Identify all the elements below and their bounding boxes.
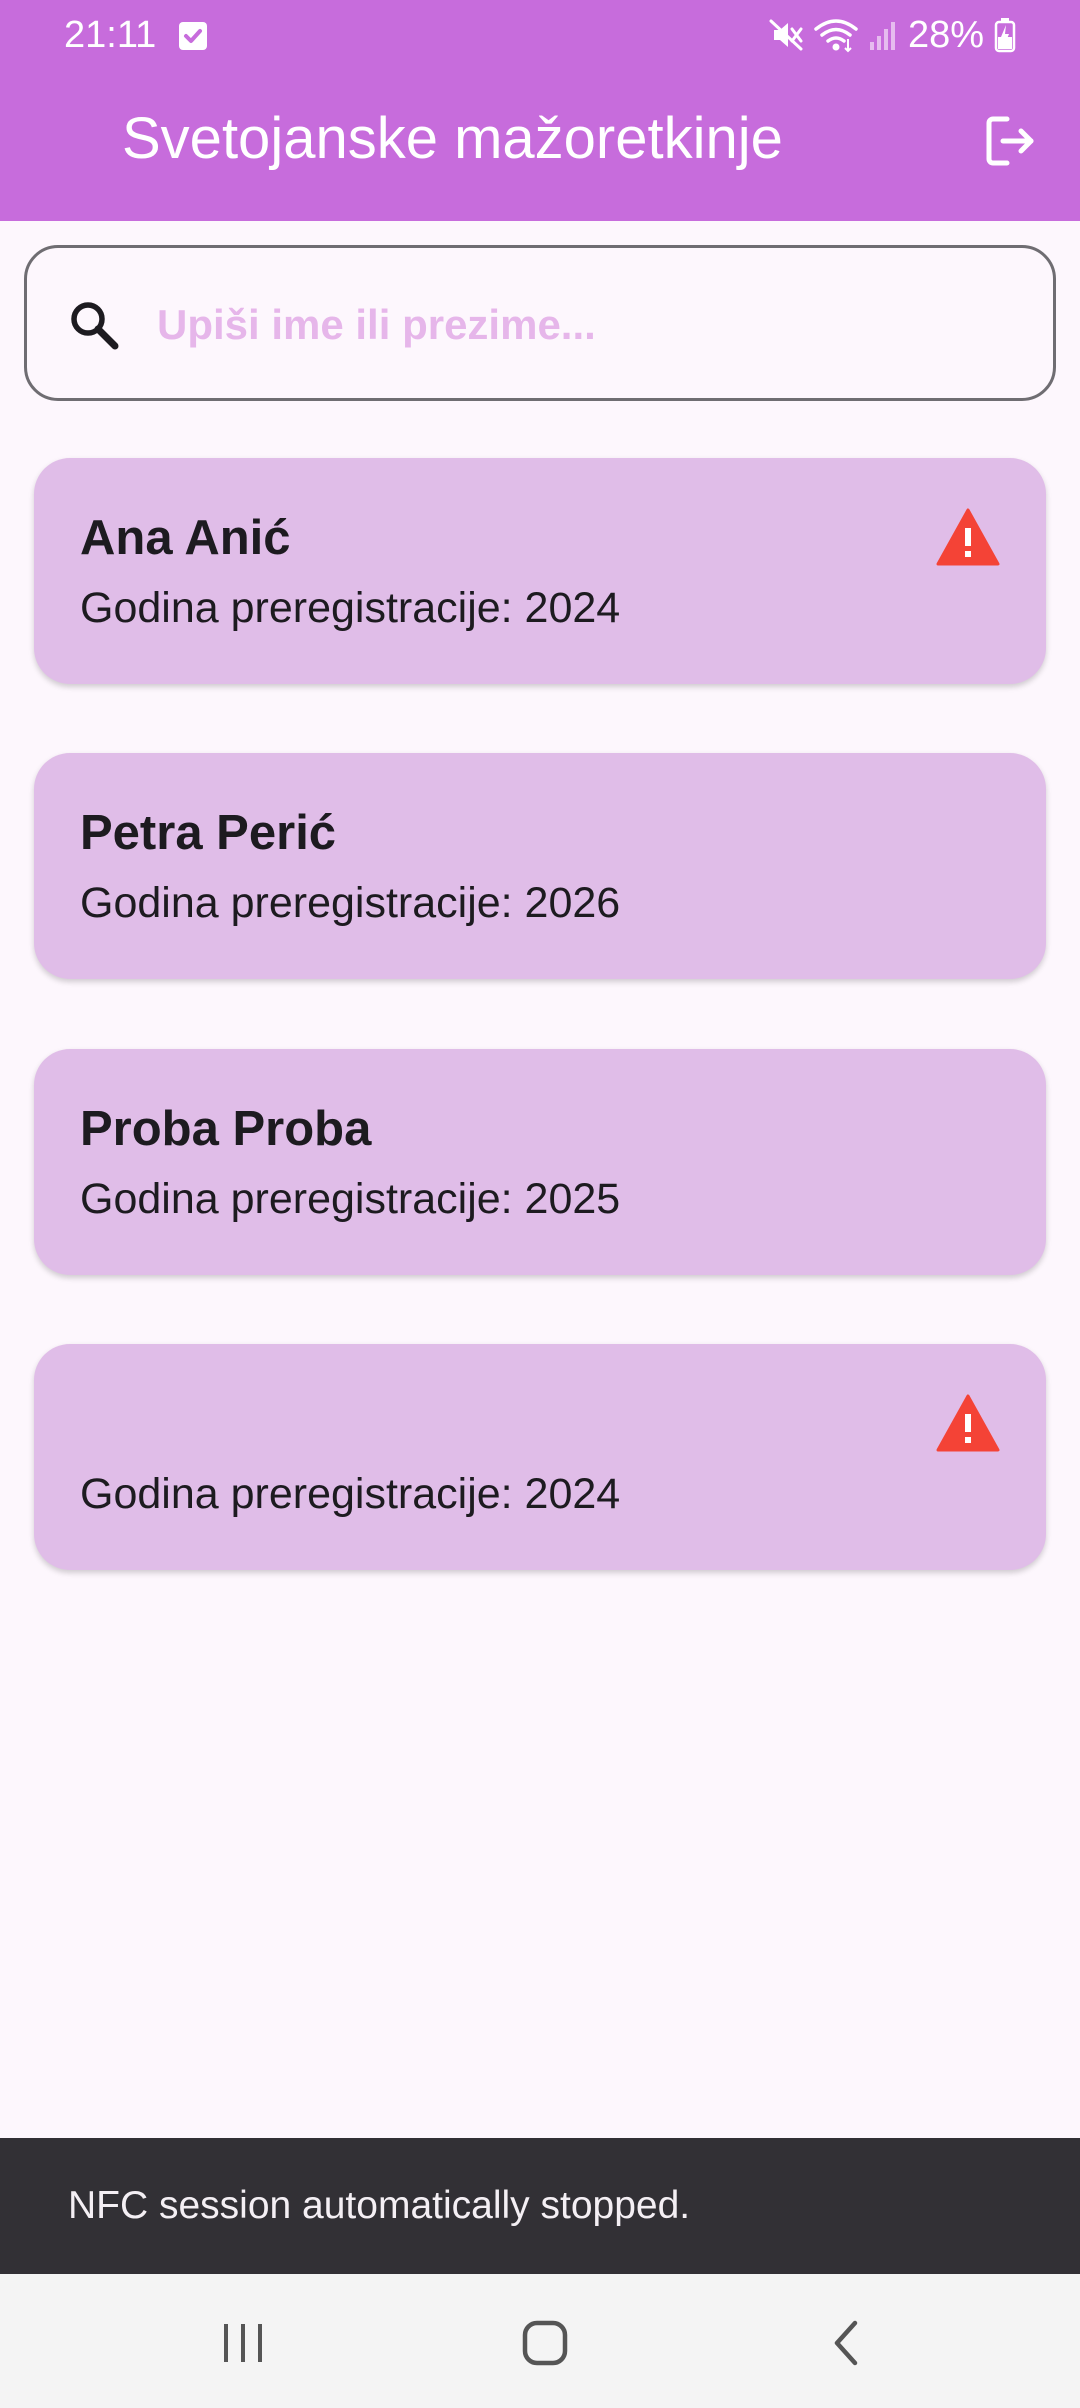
member-registration-year: Godina preregistracije: 2024 — [80, 584, 621, 632]
back-icon — [834, 2320, 858, 2366]
search-field[interactable] — [24, 245, 1056, 401]
member-card[interactable]: Proba Proba Godina preregistracije: 2025 — [34, 1049, 1046, 1275]
member-name: Petra Perić — [80, 806, 337, 860]
screen: 21:11 28% Svetojanske mažoretkinje Upiši… — [0, 0, 1080, 2408]
member-card[interactable]: Ana Anić Godina preregistracije: 2024 — [34, 458, 1046, 684]
status-icons: 28% — [768, 10, 1016, 60]
member-card[interactable]: Petra Perić Godina preregistracije: 2026 — [34, 753, 1046, 979]
recents-icon — [224, 2324, 262, 2362]
status-time: 21:11 — [64, 14, 157, 56]
signal-icon — [869, 22, 895, 50]
member-registration-year: Godina preregistracije: 2026 — [80, 879, 621, 927]
home-icon — [522, 2320, 568, 2366]
member-registration-year: Godina preregistracije: 2024 — [80, 1470, 621, 1518]
member-registration-year: Godina preregistracije: 2025 — [80, 1175, 621, 1223]
app-bar: 21:11 28% Svetojanske mažoretkinje — [0, 0, 1080, 221]
member-name: Proba Proba — [80, 1102, 372, 1156]
snackbar-message: NFC session automatically stopped. — [68, 2184, 691, 2227]
app-title: Svetojanske mažoretkinje — [122, 106, 783, 171]
mute-icon — [769, 19, 803, 51]
member-card[interactable]: Godina preregistracije: 2024 — [34, 1344, 1046, 1570]
system-nav-bar — [0, 2274, 1080, 2408]
wifi-icon — [814, 19, 858, 53]
home-button[interactable] — [510, 2314, 580, 2372]
snackbar: NFC session automatically stopped. — [0, 2138, 1080, 2274]
warning-icon — [936, 508, 1000, 566]
warning-icon — [936, 1394, 1000, 1452]
battery-percent: 28% — [907, 13, 984, 56]
task-check-icon — [179, 22, 207, 50]
battery-charging-icon — [994, 18, 1016, 53]
logout-button[interactable] — [978, 108, 1044, 174]
recents-button[interactable] — [208, 2314, 278, 2372]
search-input[interactable] — [157, 288, 1017, 362]
back-button[interactable] — [812, 2314, 882, 2372]
member-name: Ana Anić — [80, 511, 291, 565]
search-icon — [71, 302, 119, 350]
logout-icon — [986, 116, 1034, 166]
